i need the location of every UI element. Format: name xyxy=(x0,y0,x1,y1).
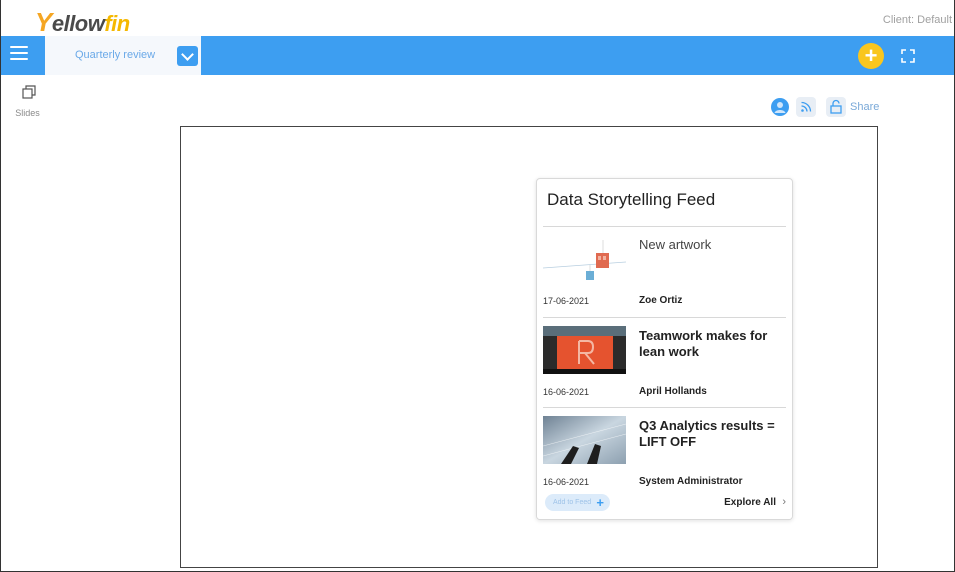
yellowfin-logo[interactable]: Yellowfin xyxy=(35,7,130,38)
story-item[interactable]: New artwork 17-06-2021 Zoe Ortiz xyxy=(543,227,788,317)
story-thumbnail-image xyxy=(543,416,626,464)
chevron-down-icon[interactable] xyxy=(177,46,198,66)
plus-icon: + xyxy=(596,495,604,510)
add-button[interactable]: + xyxy=(858,43,884,69)
logo-ellow: ellow xyxy=(51,11,105,36)
presentation-tab-label: Quarterly review xyxy=(75,49,156,61)
add-to-feed-label: Add to Feed xyxy=(553,499,592,506)
rss-feed-icon[interactable] xyxy=(796,97,816,117)
story-title[interactable]: Q3 Analytics results = LIFT OFF xyxy=(639,418,789,450)
app-window: Yellowfin Client: Default Quarterly revi… xyxy=(0,0,955,572)
hamburger-menu-icon[interactable] xyxy=(10,46,28,62)
explore-all-link[interactable]: Explore All xyxy=(724,497,776,508)
story-thumbnail-image xyxy=(543,326,626,374)
story-author: April Hollands xyxy=(639,386,707,397)
top-header: Yellowfin Client: Default xyxy=(1,0,954,38)
story-title[interactable]: Teamwork makes for lean work xyxy=(639,328,789,360)
storytelling-feed-widget: Data Storytelling Feed New artwork 17-06… xyxy=(536,178,793,520)
slides-label: Slides xyxy=(15,108,40,118)
slides-panel-toggle[interactable]: Slides xyxy=(15,85,42,118)
story-author: Zoe Ortiz xyxy=(639,295,683,306)
feed-title: Data Storytelling Feed xyxy=(547,190,716,209)
lock-icon[interactable] xyxy=(826,97,846,117)
story-date: 16-06-2021 xyxy=(543,387,590,397)
navigation-bar: Quarterly review + xyxy=(1,36,954,75)
client-label: Client: Default xyxy=(882,14,952,26)
user-avatar-icon[interactable] xyxy=(771,98,789,116)
story-item[interactable]: Teamwork makes for lean work 16-06-2021 … xyxy=(543,318,788,408)
logo-fin: fin xyxy=(104,11,130,36)
story-title[interactable]: New artwork xyxy=(639,237,789,253)
story-date: 16-06-2021 xyxy=(543,477,590,487)
story-author: System Administrator xyxy=(639,476,743,487)
share-button[interactable]: Share xyxy=(850,101,879,113)
chevron-right-icon[interactable]: › xyxy=(782,496,786,508)
feed-footer: Add to Feed + Explore All › xyxy=(537,489,792,519)
presentation-tab[interactable]: Quarterly review xyxy=(45,36,201,75)
fullscreen-icon[interactable] xyxy=(901,49,915,63)
logo-y: Y xyxy=(35,7,52,37)
story-date: 17-06-2021 xyxy=(543,296,590,306)
story-thumbnail-image xyxy=(543,235,626,283)
slides-icon xyxy=(22,85,36,99)
slide-canvas[interactable]: Data Storytelling Feed New artwork 17-06… xyxy=(180,126,878,568)
story-item[interactable]: Q3 Analytics results = LIFT OFF 16-06-20… xyxy=(543,408,788,498)
add-to-feed-button[interactable]: Add to Feed + xyxy=(545,494,610,511)
